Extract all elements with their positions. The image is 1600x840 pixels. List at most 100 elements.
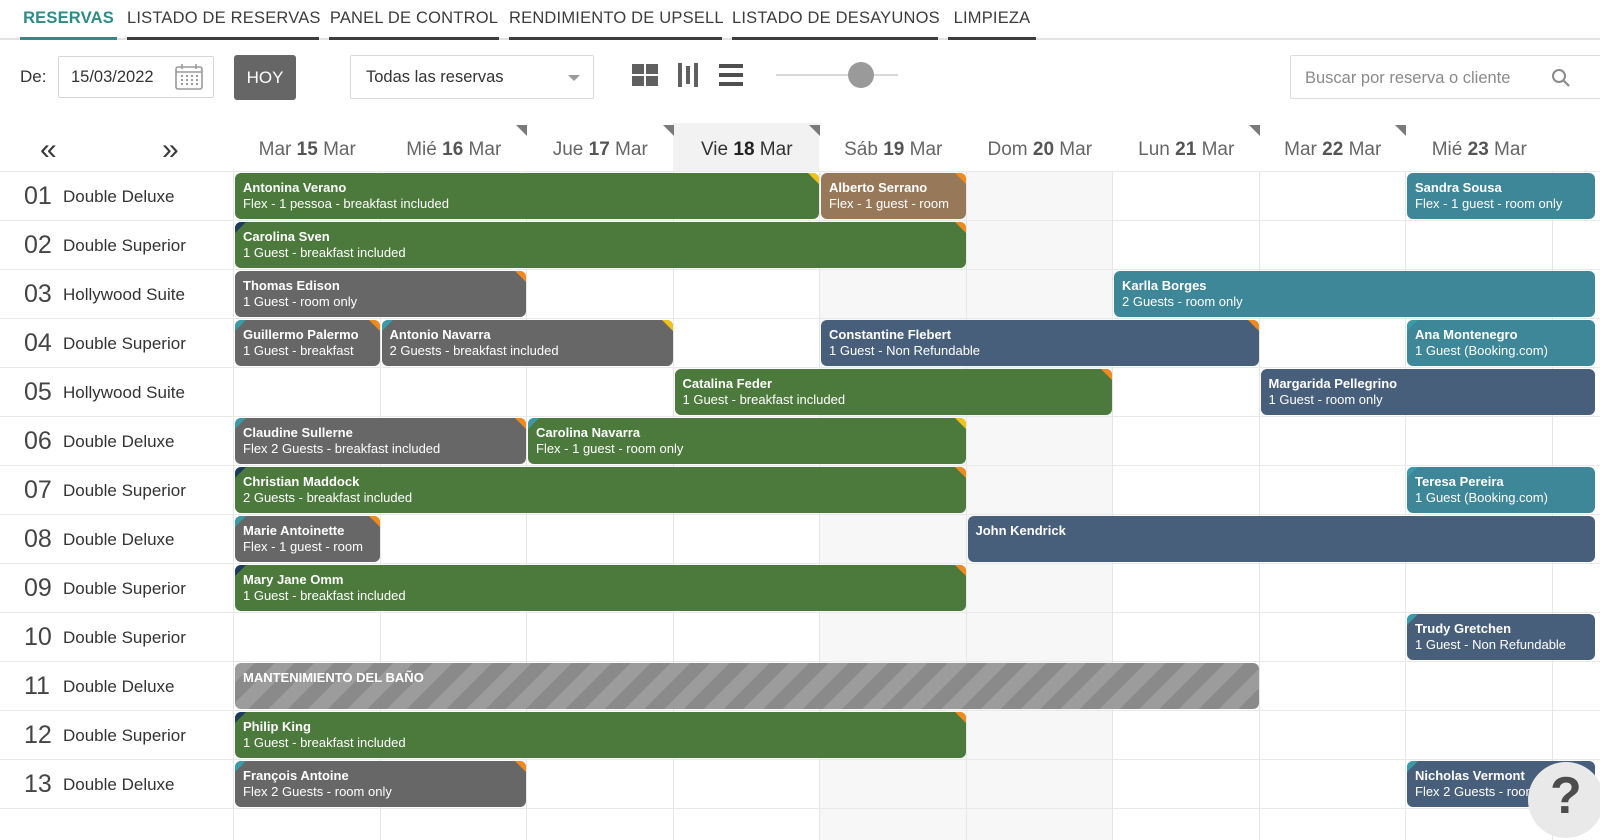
room-row-header[interactable]: 05 Hollywood Suite xyxy=(0,368,232,416)
day-header[interactable]: Sáb 19 Mar xyxy=(820,130,967,170)
booking-details: 2 Guests - room only xyxy=(1122,294,1243,309)
tab-limpieza[interactable]: LIMPIEZA xyxy=(948,0,1036,40)
room-row-header[interactable]: 12 Double Superior xyxy=(0,711,232,759)
booking-guest-name: Teresa Pereira xyxy=(1415,474,1504,489)
booking-note-marker xyxy=(661,320,673,331)
room-row-header[interactable]: 11 Double Deluxe xyxy=(0,662,232,710)
month-label: Mar xyxy=(909,139,943,160)
booking-source-marker xyxy=(1407,320,1418,331)
day-header[interactable]: Mié 23 Mar xyxy=(1406,130,1553,170)
grid-row-line xyxy=(0,612,1600,613)
booking-block[interactable]: François Antoine Flex 2 Guests - room onl… xyxy=(235,761,526,807)
day-header[interactable]: Dom 20 Mar xyxy=(967,130,1114,170)
booking-note-marker xyxy=(368,516,380,527)
list-view-icon[interactable] xyxy=(716,60,746,90)
today-button[interactable]: HOY xyxy=(234,55,296,100)
room-row-header[interactable]: 06 Double Deluxe xyxy=(0,417,232,465)
calendar-icon[interactable] xyxy=(175,64,203,90)
day-header[interactable]: Jue 17 Mar xyxy=(527,130,674,170)
booking-block[interactable]: Antonio Navarra 2 Guests - breakfast incl… xyxy=(381,320,673,366)
booking-block[interactable]: Thomas Edison 1 Guest - room only xyxy=(235,271,526,317)
booking-block[interactable]: Teresa Pereira 1 Guest (Booking.com) xyxy=(1407,467,1596,513)
next-week-button[interactable]: » xyxy=(162,135,179,165)
booking-block[interactable]: Karlla Borges 2 Guests - room only xyxy=(1114,271,1596,317)
room-row-header[interactable]: 07 Double Superior xyxy=(0,466,232,514)
booking-block[interactable]: Margarida Pellegrino 1 Guest - room only xyxy=(1260,369,1596,415)
booking-block[interactable]: Alberto Serrano Flex - 1 guest - room xyxy=(821,173,966,219)
room-row-header[interactable]: 01 Double Deluxe xyxy=(0,172,232,220)
booking-block[interactable]: Christian Maddock 2 Guests - breakfast in… xyxy=(235,467,966,513)
grid-row-line xyxy=(0,514,1600,515)
booking-block[interactable]: Claudine Sullerne Flex 2 Guests - breakfa… xyxy=(235,418,526,464)
booking-block[interactable]: Philip King 1 Guest - breakfast included xyxy=(235,712,966,758)
room-number: 12 xyxy=(24,721,52,749)
day-number: 15 xyxy=(296,139,318,160)
room-row-header[interactable]: 09 Double Superior xyxy=(0,564,232,612)
day-header[interactable]: Mié 16 Mar xyxy=(381,130,528,170)
room-number: 01 xyxy=(24,182,52,210)
tab-listado-de-reservas[interactable]: LISTADO DE RESERVAS xyxy=(127,0,320,40)
booking-block[interactable]: John Kendrick xyxy=(967,516,1596,562)
booking-block[interactable]: Guillermo Palermo 1 Guest - breakfast xyxy=(235,320,380,366)
room-row-header[interactable]: 08 Double Deluxe xyxy=(0,515,232,563)
booking-note-marker xyxy=(954,712,966,723)
day-header[interactable]: Mar 22 Mar xyxy=(1260,130,1407,170)
help-icon: ? xyxy=(1550,767,1582,825)
room-number: 07 xyxy=(24,476,52,504)
maintenance-block[interactable]: MANTENIMIENTO DEL BAÑO xyxy=(235,663,1259,709)
booking-block[interactable]: Catalina Feder 1 Guest - breakfast includ… xyxy=(674,369,1112,415)
search-input[interactable] xyxy=(1303,66,1547,90)
booking-block[interactable]: Trudy Gretchen 1 Guest - Non Refundable xyxy=(1407,614,1596,660)
zoom-slider-handle[interactable] xyxy=(848,62,874,88)
booking-block[interactable]: Carolina Navarra Flex - 1 guest - room on… xyxy=(528,418,966,464)
booking-block[interactable]: Antonina Verano Flex - 1 pessoa - breakfa… xyxy=(235,173,819,219)
room-type: Double Superior xyxy=(63,579,186,598)
booking-details: Flex - 1 pessoa - breakfast included xyxy=(243,196,449,211)
booking-block[interactable]: Constantine Flebert 1 Guest - Non Refunda… xyxy=(821,320,1259,366)
grid-row-line xyxy=(0,465,1600,466)
booking-block[interactable]: Ana Montenegro 1 Guest (Booking.com) xyxy=(1407,320,1596,366)
month-label: Mar xyxy=(1494,139,1527,160)
booking-block[interactable]: Sandra Sousa Flex - 1 guest - room only xyxy=(1407,173,1596,219)
room-row-header[interactable]: 02 Double Superior xyxy=(0,221,232,269)
day-of-week: Lun xyxy=(1138,139,1170,160)
help-button[interactable]: ? xyxy=(1528,762,1600,838)
day-number: 19 xyxy=(883,139,905,160)
tab-rendimiento-de-upsell[interactable]: RENDIMIENTO DE UPSELL xyxy=(509,0,724,40)
room-number: 10 xyxy=(24,623,52,651)
previous-week-button[interactable]: « xyxy=(40,135,57,165)
room-row-header[interactable]: 04 Double Superior xyxy=(0,319,232,367)
booking-block[interactable]: Carolina Sven 1 Guest - breakfast include… xyxy=(235,222,966,268)
search-icon[interactable] xyxy=(1551,68,1571,88)
booking-block[interactable]: Marie Antoinette Flex - 1 guest - room xyxy=(235,516,380,562)
grid-row-line xyxy=(0,661,1600,662)
day-header[interactable]: Vie 18 Mar xyxy=(674,130,821,170)
room-row-header[interactable]: 13 Double Deluxe xyxy=(0,760,232,808)
grid-row-line xyxy=(0,759,1600,760)
day-header[interactable]: Mar 15 Mar xyxy=(234,130,381,170)
column-view-icon[interactable] xyxy=(674,60,704,90)
booking-details: 2 Guests - breakfast included xyxy=(389,343,559,358)
day-header[interactable]: Lun 21 Mar xyxy=(1113,130,1260,170)
booking-block[interactable]: Mary Jane Omm 1 Guest - breakfast include… xyxy=(235,565,966,611)
room-row-header[interactable]: 10 Double Superior xyxy=(0,613,232,661)
search-box xyxy=(1290,55,1600,99)
reservation-filter-select[interactable]: Todas las reservas xyxy=(350,55,594,99)
grid-row-line xyxy=(0,416,1600,417)
tab-listado-de-desayunos[interactable]: LISTADO DE DESAYUNOS xyxy=(732,0,940,40)
room-row-header[interactable]: 03 Hollywood Suite xyxy=(0,270,232,318)
tab-reservas[interactable]: RESERVAS xyxy=(20,0,117,40)
grid-row-line xyxy=(0,710,1600,711)
booking-details: 2 Guests - breakfast included xyxy=(243,490,413,505)
booking-note-marker xyxy=(954,418,966,429)
date-value[interactable]: 15/03/2022 xyxy=(71,68,154,87)
room-number: 11 xyxy=(24,672,50,700)
date-field[interactable]: 15/03/2022 xyxy=(58,56,214,98)
booking-source-marker xyxy=(1407,614,1418,625)
day-of-week: Mar xyxy=(258,139,292,160)
grid-view-icon[interactable] xyxy=(630,60,660,90)
room-type: Double Superior xyxy=(63,236,186,255)
day-of-week: Jue xyxy=(552,139,584,160)
tab-panel-de-control[interactable]: PANEL DE CONTROL xyxy=(329,0,499,40)
zoom-slider[interactable] xyxy=(776,62,898,88)
